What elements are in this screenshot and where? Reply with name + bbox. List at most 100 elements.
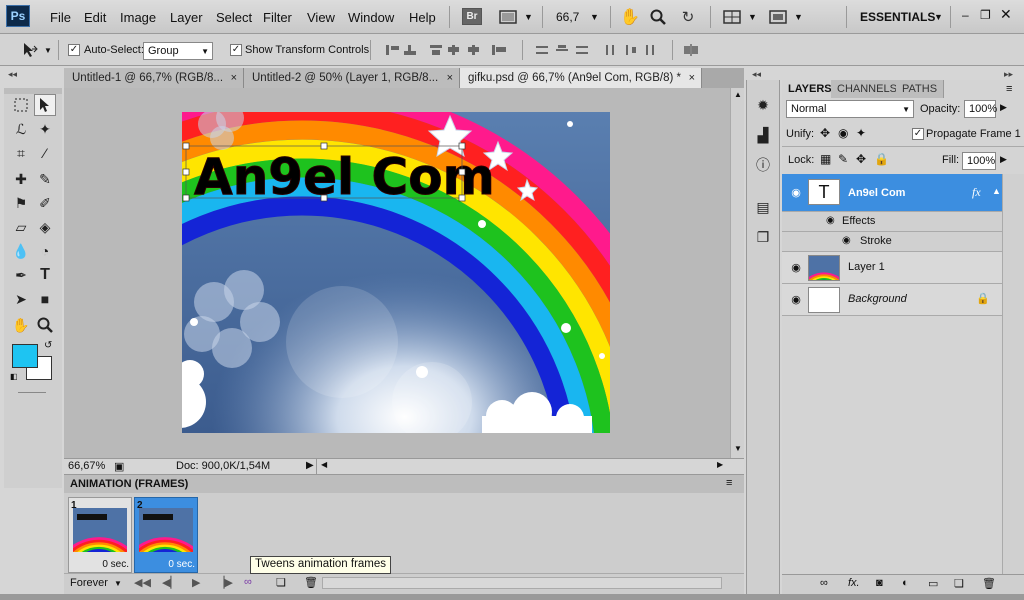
marquee-tool-icon[interactable] [10,94,32,116]
move-tool-icon[interactable] [20,41,40,59]
horizontal-scrollbar[interactable]: ◀ ▶ [316,459,728,474]
duplicate-frame-icon[interactable]: ❏ [276,576,286,589]
path-selection-icon[interactable]: ➤ [10,288,32,310]
dodge-tool-icon[interactable]: ◔ [34,240,56,262]
close-tab-icon[interactable]: × [447,68,453,88]
play-icon[interactable]: ▶ [192,576,200,589]
lock-image-icon[interactable]: ✎ [838,152,848,166]
clone-stamp-icon[interactable]: ⚑ [10,192,32,214]
blend-mode-select[interactable]: Normal ▼ [786,100,914,118]
zoom-tool-icon[interactable] [648,7,668,27]
close-tab-icon[interactable]: × [689,68,695,88]
frame-duration[interactable]: 0 sec. [69,559,129,570]
close-button[interactable]: ✕ [1000,6,1012,23]
status-menu-icon[interactable]: ▶ [306,460,314,471]
swap-colors-icon[interactable]: ↺ [44,340,52,351]
visibility-eye-icon[interactable]: ◉ [826,215,835,226]
layer-name[interactable]: Background [848,293,907,305]
unify-visibility-icon[interactable]: ◉ [838,126,848,140]
auto-align-layers-icon[interactable] [682,42,700,58]
menu-file[interactable]: File [50,10,71,25]
animation-frame-2[interactable]: 2 0 sec. [134,497,198,573]
scroll-left-icon[interactable]: ◀ [321,460,327,469]
panel-menu-icon[interactable]: ≡ [726,477,732,489]
fx-icon[interactable]: fx [972,185,981,200]
eraser-icon[interactable]: ▱ [10,216,32,238]
scroll-up-icon[interactable]: ▲ [734,90,742,99]
menu-filter[interactable]: Filter [263,10,292,25]
workspace-switcher[interactable]: ESSENTIALS [860,10,935,24]
zoom-dropdown-icon[interactable]: ▼ [590,12,599,22]
arrange-documents-icon[interactable] [722,8,742,25]
layer-row-background[interactable]: ◉ Background 🔒 [782,284,1002,316]
first-frame-icon[interactable]: ◀◀ [134,576,151,589]
eyedropper-icon[interactable]: ⁄ [34,142,56,164]
visibility-eye-icon[interactable]: ◉ [842,235,851,246]
unify-position-icon[interactable]: ✥ [820,126,830,140]
tab-channels[interactable]: CHANNELS [831,80,904,98]
animation-scrollbar[interactable] [322,577,722,589]
hand-tool-icon[interactable]: ✋ [620,7,640,27]
paragraph-icon[interactable]: ❐ [752,226,774,248]
crop-tool-icon[interactable]: ⌗ [10,142,32,164]
visibility-eye-icon[interactable]: ◉ [788,186,804,199]
frame-duration[interactable]: 0 sec. [135,559,195,570]
auto-select-target[interactable]: Group ▼ [143,42,213,60]
loop-dropdown-icon[interactable]: ▼ [114,579,122,588]
layer-row-text[interactable]: ◉ T An9el Com fx ▲ [782,174,1002,212]
scroll-right-icon[interactable]: ▶ [717,460,723,469]
minimize-button[interactable]: – [962,8,969,22]
adjustment-layer-icon[interactable]: ◐ [902,577,909,589]
panel-menu-icon[interactable]: ≡ [1006,83,1012,95]
previous-frame-icon[interactable]: ◀▏ [162,576,179,589]
new-group-icon[interactable]: ▭ [928,577,938,590]
visibility-eye-icon[interactable]: ◉ [788,261,804,274]
fill-input[interactable]: 100% [962,152,996,170]
hand-tool-icon[interactable]: ✋ [10,314,32,336]
layer-name[interactable]: An9el Com [848,187,905,199]
expand-effects-icon[interactable]: ▲ [992,186,1001,196]
zoom-level[interactable]: 66,7 [556,10,579,24]
chevron-down-icon[interactable]: ▼ [748,12,757,22]
align-buttons[interactable] [384,43,514,57]
add-mask-icon[interactable]: ◙ [876,577,883,589]
canvas-title-text[interactable]: An9el Com [194,148,496,207]
expand-panel-icon[interactable]: ◂◂ [752,69,761,80]
menu-view[interactable]: View [307,10,335,25]
opacity-slider-icon[interactable]: ▶ [1000,102,1007,113]
rotate-view-icon[interactable]: ↻ [678,7,698,27]
layer-list-scrollbar[interactable] [1002,174,1024,574]
visibility-eye-icon[interactable]: ◉ [788,293,804,306]
history-brush-icon[interactable]: ✐ [34,192,56,214]
zoom-readout[interactable]: 66,67% [68,460,105,472]
tab-untitled-2[interactable]: Untitled-2 @ 50% (Layer 1, RGB/8... × [244,68,460,88]
zoom-tool-icon[interactable] [34,314,56,336]
tab-gifku[interactable]: gifku.psd @ 66,7% (An9el Com, RGB/8) * × [460,68,702,88]
tween-icon[interactable]: ∞ [244,576,252,588]
align-icons[interactable] [384,43,514,57]
blur-tool-icon[interactable]: 💧 [10,240,32,262]
tab-untitled-1[interactable]: Untitled-1 @ 66,7% (RGB/8... × [64,68,244,88]
new-layer-icon[interactable]: ❏ [954,577,964,590]
pen-tool-icon[interactable]: ✒ [10,264,32,286]
move-tool-icon[interactable] [34,94,56,116]
menu-layer[interactable]: Layer [170,10,203,25]
next-frame-icon[interactable]: ▕▶ [216,576,233,589]
layer-stroke-row[interactable]: ◉ Stroke [782,232,1002,252]
collapse-panel-icon[interactable]: ▸▸ [1004,69,1013,80]
info-icon[interactable]: ⓘ [752,154,774,176]
tab-paths[interactable]: PATHS [896,80,945,98]
chevron-down-icon[interactable]: ▼ [524,12,533,22]
scroll-down-icon[interactable]: ▼ [734,444,742,453]
vertical-scrollbar[interactable]: ▲ ▼ [730,88,744,458]
distribute-buttons[interactable] [534,43,664,57]
navigator-icon[interactable]: ✹ [752,94,774,116]
close-tab-icon[interactable]: × [231,68,237,88]
loop-options[interactable]: Forever [70,577,108,589]
delete-layer-icon[interactable]: 🗑 [982,577,996,590]
quick-mask-icon[interactable] [18,392,46,393]
foreground-color-overlay[interactable] [12,344,38,368]
menu-image[interactable]: Image [120,10,156,25]
menu-window[interactable]: Window [348,10,394,25]
opacity-input[interactable]: 100% [964,100,997,118]
